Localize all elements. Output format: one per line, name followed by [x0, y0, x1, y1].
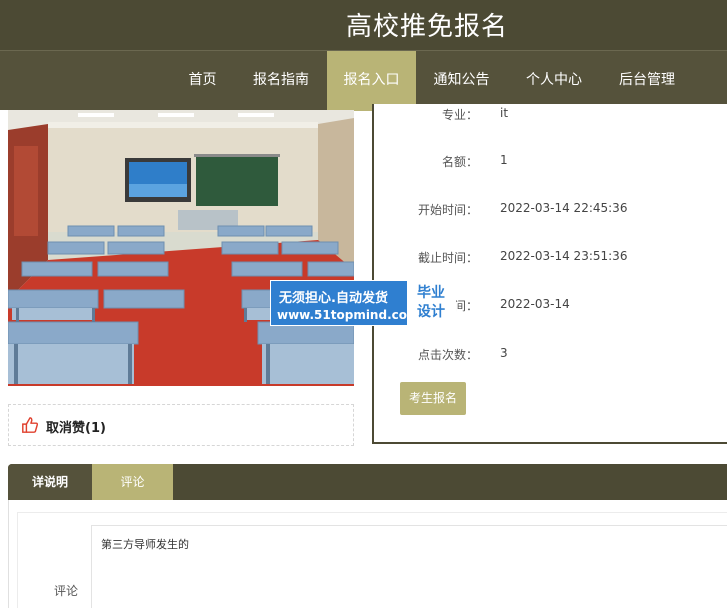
- signup-button[interactable]: 考生报名: [400, 382, 466, 415]
- info-row-click-count: 点击次数： 3: [374, 344, 727, 364]
- info-key: 点击次数：: [417, 348, 478, 362]
- site-header: 高校推免报名: [0, 0, 727, 50]
- watermark-badge: 毕业 设计: [407, 281, 455, 325]
- nav-item-home[interactable]: 首页: [171, 51, 234, 111]
- info-value: it: [500, 106, 509, 120]
- like-box: 取消赞(1): [8, 404, 354, 446]
- info-row-major: 专业： it: [374, 104, 727, 124]
- info-value: 2022-03-14: [500, 297, 570, 311]
- detail-tabbar: 详说明 评论: [8, 464, 727, 500]
- nav-item-personal-center[interactable]: 个人中心: [516, 51, 592, 111]
- info-key: 专业：: [441, 108, 478, 122]
- info-value: 3: [500, 346, 508, 360]
- info-key: 名额：: [441, 155, 478, 169]
- comment-label: 评论: [54, 584, 79, 598]
- tab-comments[interactable]: 评论: [92, 464, 173, 500]
- site-title: 高校推免报名: [346, 12, 509, 42]
- info-value: 2022-03-14 22:45:36: [500, 201, 628, 215]
- thumbs-up-icon[interactable]: [21, 416, 39, 434]
- info-row-start-time: 开始时间： 2022-03-14 22:45:36: [374, 199, 727, 219]
- watermark-badge-line2: 设计: [417, 304, 445, 320]
- comment-tab-content: 评论 第三方导师发生的: [8, 500, 727, 608]
- watermark-slogan: 无须担心.自动发货: [279, 291, 388, 306]
- nav-item-signup-entry[interactable]: 报名入口: [327, 51, 416, 111]
- watermark-url: www.51topmind.com: [277, 308, 420, 322]
- watermark-badge-line1: 毕业: [417, 285, 445, 301]
- info-row-end-time: 截止时间： 2022-03-14 23:51:36: [374, 247, 727, 267]
- like-count-label[interactable]: 取消赞(1): [46, 417, 106, 436]
- info-row-quota: 名额： 1: [374, 151, 727, 171]
- info-value: 2022-03-14 23:51:36: [500, 249, 628, 263]
- main-nav: 首页 报名指南 报名入口 通知公告 个人中心 后台管理: [0, 50, 727, 111]
- info-key: 截止时间：: [417, 251, 478, 265]
- tab-details[interactable]: 详说明: [8, 464, 92, 500]
- classroom-photo: [8, 110, 354, 386]
- nav-item-admin[interactable]: 后台管理: [608, 51, 686, 111]
- watermark-banner: 无须担心.自动发货 www.51topmind.com 毕业 设计: [270, 280, 456, 326]
- info-key: 开始时间：: [417, 203, 478, 217]
- info-value: 1: [500, 153, 508, 167]
- comment-textarea[interactable]: 第三方导师发生的: [91, 525, 727, 608]
- comment-form: 评论 第三方导师发生的: [17, 512, 727, 608]
- nav-item-notices[interactable]: 通知公告: [424, 51, 499, 111]
- nav-item-guide[interactable]: 报名指南: [242, 51, 320, 111]
